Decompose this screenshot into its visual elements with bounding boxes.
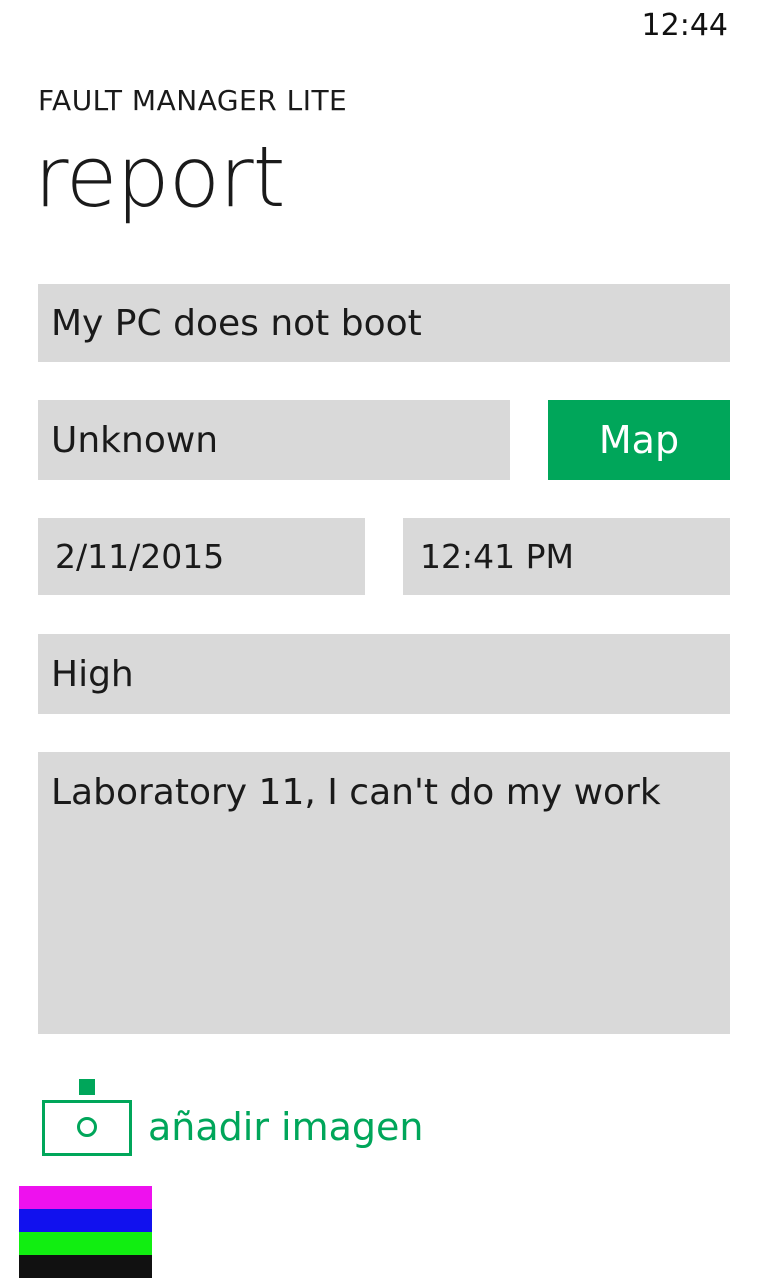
add-image-button[interactable]: añadir imagen [42, 1078, 423, 1158]
time-picker[interactable]: 12:41 PM [403, 518, 730, 595]
status-time: 12:44 [641, 8, 728, 43]
priority-field[interactable]: High [38, 634, 730, 714]
color-bar-green [19, 1232, 152, 1255]
page-title: report [34, 128, 286, 226]
color-bar-magenta [19, 1186, 152, 1209]
location-field[interactable]: Unknown [38, 400, 510, 480]
add-image-label: añadir imagen [148, 1105, 424, 1149]
color-bars [19, 1186, 152, 1278]
summary-field[interactable]: My PC does not boot [38, 284, 730, 362]
description-field[interactable]: Laboratory 11, I can't do my work [38, 752, 730, 1034]
color-bar-blue [19, 1209, 152, 1232]
camera-icon [42, 1079, 132, 1157]
app-title: FAULT MANAGER LITE [38, 84, 348, 117]
map-button[interactable]: Map [548, 400, 730, 480]
color-bar-black [19, 1255, 152, 1278]
camera-flash [79, 1079, 95, 1095]
camera-lens [77, 1117, 97, 1137]
date-picker[interactable]: 2/11/2015 [38, 518, 365, 595]
camera-body [42, 1100, 132, 1156]
